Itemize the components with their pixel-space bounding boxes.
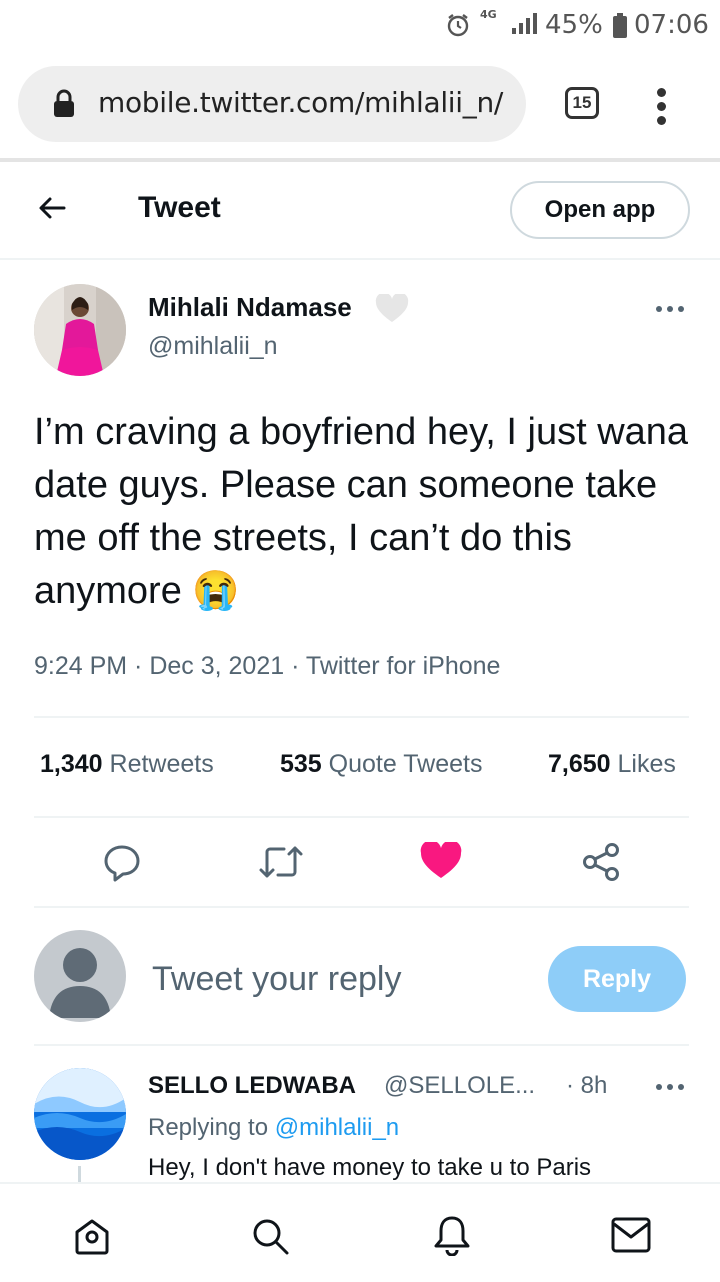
open-app-button[interactable]: Open app [510,181,690,239]
bottom-nav [0,1182,720,1282]
more-options-icon[interactable] [656,306,686,314]
page-title: Tweet [138,191,221,224]
reply-icon[interactable] [102,842,142,882]
alarm-icon [447,14,469,37]
reply-more-options-icon[interactable] [656,1084,686,1092]
share-icon[interactable] [580,842,622,882]
reply-author-avatar[interactable] [34,1068,126,1160]
url-text[interactable]: mobile.twitter.com/mihlalii_n/ [98,86,503,119]
author-name[interactable]: Mihlali Ndamase [148,292,352,323]
back-arrow-icon[interactable] [36,192,68,224]
stats-divider [34,816,689,818]
notifications-icon[interactable] [432,1214,472,1256]
actions-divider [34,906,689,908]
browser-menu-icon[interactable] [650,82,674,130]
toolbar-divider [0,158,720,162]
retweets-stat[interactable]: 1,340 Retweets [40,750,214,779]
default-avatar [34,930,126,1022]
retweets-label: Retweets [109,750,214,778]
battery-percent: 45% [545,10,603,40]
home-icon[interactable] [72,1216,112,1256]
tweet-meta: 9:24 PM · Dec 3, 2021 · Twitter for iPho… [34,652,501,680]
clock: 07:06 [634,10,709,40]
author-avatar[interactable] [34,284,126,376]
battery-icon [613,13,627,38]
author-handle[interactable]: @mihlalii_n [148,332,278,361]
reply-input[interactable]: Tweet your reply [152,960,401,999]
reply-author-name[interactable]: SELLO LEDWABA [148,1072,356,1100]
crying-emoji: 😭 [192,570,240,612]
retweet-icon[interactable] [258,842,304,882]
tab-switcher-button[interactable]: 15 [565,87,599,119]
status-bar: 4G 45% 07:06 [0,0,720,50]
replying-to: Replying to @mihlalii_n [148,1114,399,1142]
retweets-count: 1,340 [40,750,103,778]
signal-icon [512,13,537,34]
search-icon[interactable] [250,1216,290,1256]
reply-author-handle[interactable]: @SELLOLE... [384,1072,535,1100]
like-icon[interactable] [420,842,462,880]
heart-badge-icon [375,294,409,322]
messages-icon[interactable] [610,1216,652,1254]
tweet-time[interactable]: 9:24 PM [34,652,127,680]
reply-button[interactable]: Reply [548,946,686,1012]
header-divider [0,258,720,260]
quotes-stat[interactable]: 535 Quote Tweets [280,750,482,779]
likes-stat[interactable]: 7,650 Likes [548,750,676,779]
reply-text: Hey, I don't have money to take u to Par… [148,1154,592,1181]
meta-divider [34,716,689,718]
network-type: 4G [480,8,497,21]
quotes-label: Quote Tweets [328,750,483,778]
quotes-count: 535 [280,750,322,778]
tweet-date[interactable]: Dec 3, 2021 [149,652,284,680]
reply-time[interactable]: · 8h [566,1072,607,1100]
reply-box-divider [34,1044,689,1046]
tweet-body: I’m craving a boyfriend hey, I just wana… [34,411,689,612]
tweet-source[interactable]: Twitter for iPhone [306,652,501,680]
tweet-text: I’m craving a boyfriend hey, I just wana… [34,406,694,618]
replying-prefix: Replying to [148,1114,269,1141]
likes-count: 7,650 [548,750,611,778]
likes-label: Likes [617,750,676,778]
replying-mention[interactable]: @mihlalii_n [275,1114,399,1141]
lock-icon [54,89,74,117]
